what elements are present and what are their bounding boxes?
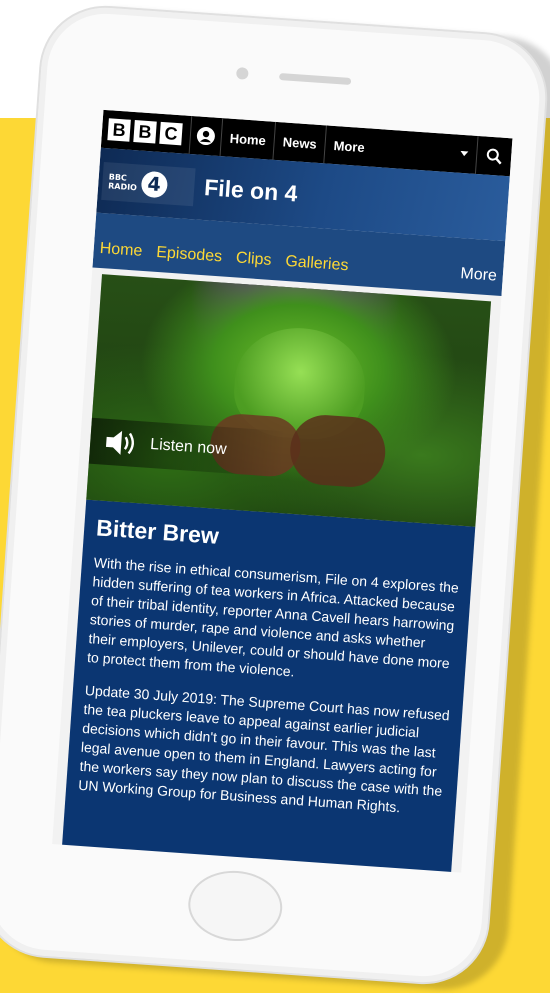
show-title[interactable]: File on 4 xyxy=(203,174,298,207)
listen-now-label: Listen now xyxy=(149,435,228,459)
tab-episodes[interactable]: Episodes xyxy=(156,244,223,267)
user-icon xyxy=(196,127,215,146)
bbc-letter: C xyxy=(159,121,183,146)
episode-content: Bitter Brew With the rise in ethical con… xyxy=(55,499,476,873)
search-icon xyxy=(486,148,502,165)
episode-hero-image: Listen now xyxy=(86,274,492,527)
tab-home[interactable]: Home xyxy=(99,240,143,261)
nav-home-link[interactable]: Home xyxy=(219,118,276,160)
account-button[interactable] xyxy=(188,115,223,157)
tab-galleries[interactable]: Galleries xyxy=(285,253,349,275)
phone-frame: B B C Home News More BBC RADIO 4 File on… xyxy=(0,1,550,989)
bbc-letter: B xyxy=(107,118,131,142)
nav-news-link[interactable]: News xyxy=(272,121,327,164)
nav-more-label: More xyxy=(333,137,366,155)
radio-logo-text: BBC RADIO xyxy=(108,172,138,192)
front-camera xyxy=(235,67,249,80)
search-button[interactable] xyxy=(474,135,513,177)
tab-more[interactable]: More xyxy=(460,265,498,285)
home-button[interactable] xyxy=(185,867,285,945)
right-hand xyxy=(287,412,388,490)
speaker-icon xyxy=(105,430,134,455)
radio-logo-radio: RADIO xyxy=(107,180,138,192)
episode-description: With the rise in ethical consumerism, Fi… xyxy=(86,554,460,680)
bbc-letter: B xyxy=(133,120,157,144)
bbc-logo[interactable]: B B C xyxy=(101,118,183,146)
earpiece-speaker xyxy=(278,73,352,86)
caret-down-icon xyxy=(460,150,469,157)
episode-update: Update 30 July 2019: The Supreme Court h… xyxy=(77,681,451,816)
radio-logo-number: 4 xyxy=(140,170,169,198)
radio4-logo[interactable]: BBC RADIO 4 xyxy=(101,161,196,206)
phone-screen: B B C Home News More BBC RADIO 4 File on… xyxy=(52,109,513,873)
tab-clips[interactable]: Clips xyxy=(235,249,272,269)
